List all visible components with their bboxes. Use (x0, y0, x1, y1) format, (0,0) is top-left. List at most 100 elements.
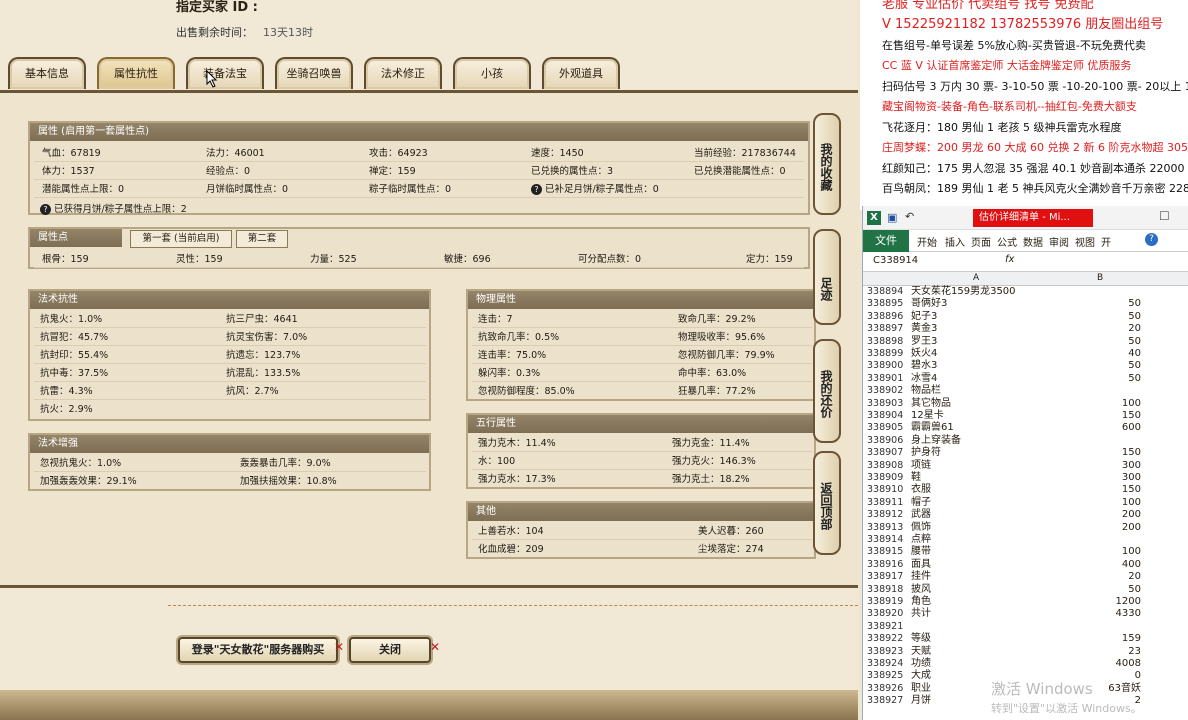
cell-a[interactable]: 物品栏 (911, 385, 1051, 397)
cell-b[interactable]: 100 (1053, 398, 1141, 410)
cell-a[interactable]: 挂件 (911, 571, 1051, 583)
sheet-row[interactable]: 338923 天赋 23 (863, 646, 1188, 658)
cell-a[interactable]: 天女茱花159男龙3500 (911, 286, 1051, 298)
cell-a[interactable]: 角色 (911, 596, 1051, 608)
ribbon-tab[interactable]: 公式 (997, 234, 1017, 249)
sheet-row[interactable]: 338910 衣服 150 (863, 484, 1188, 496)
cell-a[interactable]: 身上穿装备 (911, 435, 1051, 447)
tab-child[interactable]: 小孩 (453, 57, 531, 89)
cell-a[interactable]: 黄金3 (911, 323, 1051, 335)
points-set2-tab[interactable]: 第二套 (236, 230, 288, 248)
cell-a[interactable]: 衣服 (911, 484, 1051, 496)
cell-b[interactable]: 150 (1053, 410, 1141, 422)
cell-a[interactable]: 共计 (911, 608, 1051, 620)
cell-b[interactable]: 600 (1053, 422, 1141, 434)
sheet-row[interactable]: 338912 武器 200 (863, 509, 1188, 521)
cell-a[interactable]: 等级 (911, 633, 1051, 645)
points-set1-tab[interactable]: 第一套 (当前启用) (130, 230, 232, 248)
cell-a[interactable]: 碧水3 (911, 360, 1051, 372)
cell-a[interactable]: 项链 (911, 460, 1051, 472)
sheet-row[interactable]: 338902 物品栏 (863, 385, 1188, 397)
ribbon-tab[interactable]: 页面 (971, 234, 991, 249)
cell-a[interactable]: 腰带 (911, 546, 1051, 558)
cell-a[interactable]: 哥俩好3 (911, 298, 1051, 310)
sheet-row[interactable]: 338911 帽子 100 (863, 497, 1188, 509)
cell-a[interactable]: 妃子3 (911, 311, 1051, 323)
ribbon-tab[interactable]: 审阅 (1049, 234, 1069, 249)
cell-b[interactable]: 100 (1053, 497, 1141, 509)
tab-attr-resist[interactable]: 属性抗性 (97, 57, 175, 89)
cell-b[interactable]: 20 (1053, 323, 1141, 335)
sheet-row[interactable]: 338899 妖火4 40 (863, 348, 1188, 360)
cell-b[interactable]: 300 (1053, 472, 1141, 484)
col-b-header[interactable]: B (1097, 273, 1103, 283)
sheet-row[interactable]: 338898 罗王3 50 (863, 336, 1188, 348)
cell-b[interactable]: 300 (1053, 460, 1141, 472)
tab-basic-info[interactable]: 基本信息 (8, 57, 86, 89)
cell-a[interactable]: 12星卡 (911, 410, 1051, 422)
sheet-row[interactable]: 338921 (863, 621, 1188, 633)
sheet-row[interactable]: 338917 挂件 20 (863, 571, 1188, 583)
maximize-icon[interactable]: ☐ (1159, 209, 1170, 223)
cell-a[interactable]: 鞋 (911, 472, 1051, 484)
cell-b[interactable]: 50 (1053, 360, 1141, 372)
cell-a[interactable]: 冰雪4 (911, 373, 1051, 385)
sheet-row[interactable]: 338915 腰带 100 (863, 546, 1188, 558)
cell-a[interactable]: 面具 (911, 559, 1051, 571)
cell-b[interactable]: 159 (1053, 633, 1141, 645)
cell-b[interactable]: 4330 (1053, 608, 1141, 620)
cell-a[interactable]: 点粹 (911, 534, 1051, 546)
tab-spell-fix[interactable]: 法术修正 (364, 57, 442, 89)
sheet-row[interactable]: 338907 护身符 150 (863, 447, 1188, 459)
side-my-offer-button[interactable]: 我的还价 (813, 339, 841, 443)
cell-a[interactable]: 护身符 (911, 447, 1051, 459)
tab-appearance[interactable]: 外观道具 (542, 57, 620, 89)
help-icon[interactable]: ? (40, 204, 51, 215)
cell-a[interactable]: 披风 (911, 584, 1051, 596)
sheet-row[interactable]: 338919 角色 1200 (863, 596, 1188, 608)
cell-b[interactable]: 200 (1053, 509, 1141, 521)
cell-a[interactable]: 罗王3 (911, 336, 1051, 348)
sheet-row[interactable]: 338906 身上穿装备 (863, 435, 1188, 447)
tab-mount-summon[interactable]: 坐骑召唤兽 (275, 57, 353, 89)
cell-b[interactable]: 100 (1053, 546, 1141, 558)
login-buy-button[interactable]: 登录"天女散花"服务器购买 (178, 637, 338, 663)
cell-b[interactable]: 40 (1053, 348, 1141, 360)
cell-a[interactable]: 其它物品 (911, 398, 1051, 410)
sheet-row[interactable]: 338924 功绩 4008 (863, 658, 1188, 670)
sheet-row[interactable]: 338904 12星卡 150 (863, 410, 1188, 422)
cell-b[interactable]: 200 (1053, 522, 1141, 534)
cell-b[interactable]: 50 (1053, 373, 1141, 385)
sheet-row[interactable]: 338918 披风 50 (863, 584, 1188, 596)
save-icon[interactable]: ▣ (887, 211, 897, 224)
help-icon[interactable]: ? (1145, 233, 1158, 246)
cell-a[interactable]: 妖火4 (911, 348, 1051, 360)
close-button[interactable]: 关闭 (349, 637, 431, 663)
cell-b[interactable]: 23 (1053, 646, 1141, 658)
sheet-row[interactable]: 338900 碧水3 50 (863, 360, 1188, 372)
cell-a[interactable]: 佩饰 (911, 522, 1051, 534)
undo-icon[interactable]: ↶ (905, 210, 914, 223)
sheet-row[interactable]: 338922 等级 159 (863, 633, 1188, 645)
tab-equipment[interactable]: 装备法宝 (186, 57, 264, 89)
sheet-row[interactable]: 338914 点粹 (863, 534, 1188, 546)
sheet-row[interactable]: 338909 鞋 300 (863, 472, 1188, 484)
help-icon[interactable]: ? (531, 184, 542, 195)
side-back-top-button[interactable]: 返回顶部 (813, 451, 841, 555)
side-footprint-button[interactable]: 足迹 (813, 229, 841, 325)
sheet-row[interactable]: 338913 佩饰 200 (863, 522, 1188, 534)
side-favorites-button[interactable]: 我的收藏 (813, 113, 841, 215)
sheet-row[interactable]: 338903 其它物品 100 (863, 398, 1188, 410)
cell-b[interactable]: 20 (1053, 571, 1141, 583)
cell-b[interactable]: 50 (1053, 298, 1141, 310)
name-box[interactable]: C338914 (873, 255, 918, 266)
file-tab[interactable]: 文件 (863, 230, 909, 252)
sheet-row[interactable]: 338920 共计 4330 (863, 608, 1188, 620)
ribbon-tab[interactable]: 插入 (945, 234, 965, 249)
sheet-row[interactable]: 338896 妃子3 50 (863, 311, 1188, 323)
sheet-row[interactable]: 338895 哥俩好3 50 (863, 298, 1188, 310)
cell-b[interactable]: 4008 (1053, 658, 1141, 670)
cell-a[interactable]: 武器 (911, 509, 1051, 521)
ribbon-tab[interactable]: 开始 (917, 234, 937, 249)
sheet-row[interactable]: 338905 霸霸兽61 600 (863, 422, 1188, 434)
